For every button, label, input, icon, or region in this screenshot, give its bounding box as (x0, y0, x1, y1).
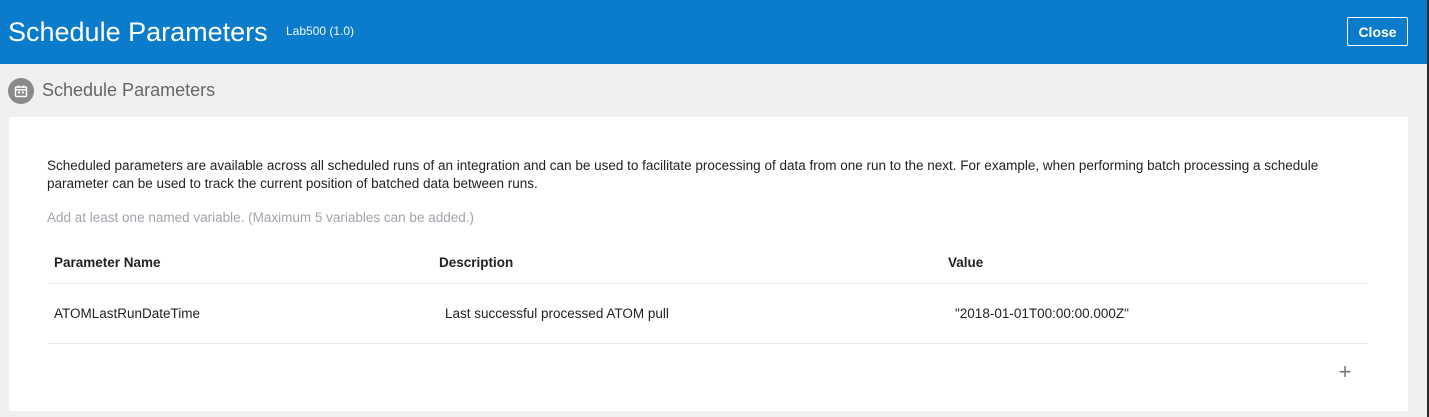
parameter-value-cell[interactable]: "2018-01-01T00:00:00.000Z" (955, 306, 1129, 321)
parameter-description-cell[interactable]: Last successful processed ATOM pull (445, 306, 669, 321)
column-header-value: Value (948, 255, 984, 270)
row-divider (48, 343, 1368, 344)
parameter-name-cell[interactable]: ATOMLastRunDateTime (54, 306, 200, 321)
page-title: Schedule Parameters (8, 17, 268, 47)
integration-version: Lab500 (1.0) (286, 24, 355, 38)
parameters-panel: Scheduled parameters are available acros… (9, 117, 1408, 411)
hint-text: Add at least one named variable. (Maximu… (47, 210, 474, 225)
section-title: Schedule Parameters (42, 80, 216, 100)
header-divider (48, 283, 1368, 284)
column-header-parameter-name: Parameter Name (54, 255, 161, 270)
add-parameter-button[interactable]: + (1334, 361, 1356, 383)
column-header-description: Description (439, 255, 514, 270)
description-text: Scheduled parameters are available acros… (47, 158, 1319, 191)
page-header: Schedule Parameters Lab500 (1.0) Close (0, 0, 1429, 64)
section-header: Schedule Parameters (0, 64, 1427, 114)
calendar-icon (8, 78, 34, 104)
plus-icon: + (1338, 359, 1352, 384)
close-button[interactable]: Close (1347, 17, 1408, 46)
